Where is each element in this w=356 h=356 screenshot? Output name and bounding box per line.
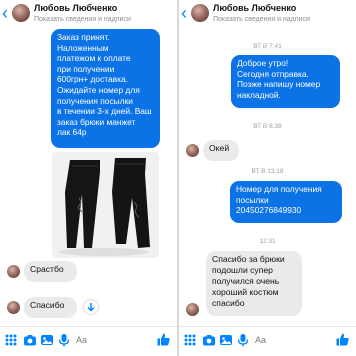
scroll-down-icon [87,303,95,312]
image-icon[interactable] [40,333,54,347]
back-arrow-icon[interactable]: ‹ [181,4,187,22]
sender-avatar [7,265,20,278]
chat-header: ‹ Любовь Любченко Показать сведения и на… [179,0,356,28]
image-icon[interactable] [219,333,233,347]
message-input[interactable]: Aa [76,335,87,345]
chat-pane-right: ‹ Любовь Любченко Показать сведения и на… [179,0,356,356]
like-thumb-icon[interactable] [156,332,171,347]
composer-bar: Aa [0,326,177,356]
contact-avatar[interactable] [12,4,30,22]
message-incoming[interactable]: Спасибо за брюки подошли супер получился… [206,251,302,316]
camera-icon[interactable] [202,333,216,347]
trousers-image [52,152,159,258]
message-outgoing[interactable]: Доброе утро! Сегодня отправка. Позже нап… [231,55,340,108]
sender-avatar [186,144,199,157]
composer-bar: Aa [179,326,356,356]
contact-avatar[interactable] [191,4,209,22]
like-thumb-icon[interactable] [335,332,350,347]
message-incoming[interactable]: Окей [203,140,239,161]
chat-header: ‹ Любовь Любченко Показать сведения и на… [0,0,177,28]
camera-icon[interactable] [23,333,37,347]
message-outgoing[interactable]: Номер для получения посылки 204502768499… [230,181,342,223]
timestamp: ВТ В 7:41 [253,43,282,50]
grid-icon[interactable] [183,333,197,347]
sender-avatar [7,301,20,314]
timestamp: ВТ В 13:18 [251,168,284,175]
contact-name[interactable]: Любовь Любченко [213,3,296,13]
contact-subtitle[interactable]: Показать сведения и надписи [34,16,131,23]
chat-pane-left: ‹ Любовь Любченко Показать сведения и на… [0,0,177,356]
microphone-icon[interactable] [57,333,71,347]
message-outgoing[interactable]: Заказ принят. Наложенным платежом к опла… [51,29,160,148]
timestamp: 12:31 [259,238,276,245]
message-incoming[interactable]: Спасибо [24,297,77,318]
contact-name[interactable]: Любовь Любченко [34,3,117,13]
scroll-down-button[interactable] [84,300,98,314]
timestamp: ВТ В 8:38 [253,123,282,130]
back-arrow-icon[interactable]: ‹ [2,4,8,22]
message-incoming[interactable]: Срастбо [24,261,77,282]
message-input[interactable]: Aa [255,335,266,345]
sender-avatar [186,303,199,316]
microphone-icon[interactable] [236,333,250,347]
product-photo[interactable] [52,152,159,258]
grid-icon[interactable] [4,333,18,347]
contact-subtitle[interactable]: Показать сведения и надписи [213,16,310,23]
